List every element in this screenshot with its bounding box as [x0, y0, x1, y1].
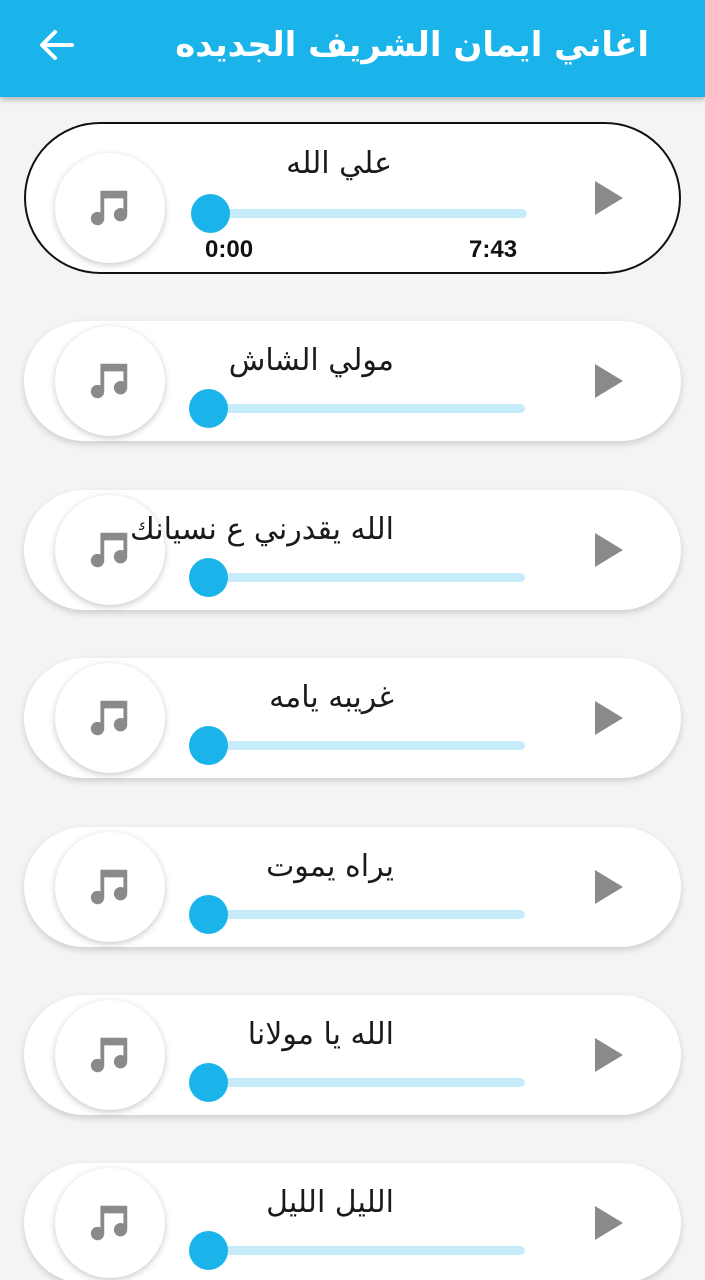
track-title: الله يقدرني ع نسيانك	[129, 512, 394, 547]
play-icon	[595, 1206, 623, 1240]
seek-bar[interactable]	[189, 726, 525, 765]
seek-track	[189, 404, 525, 413]
page-title: اغاني ايمان الشريف الجديده	[175, 25, 649, 65]
play-button[interactable]	[589, 867, 629, 907]
track-title: غريبه يامه	[269, 680, 394, 715]
seek-thumb[interactable]	[189, 558, 228, 597]
seek-bar[interactable]	[189, 389, 525, 428]
current-time: 0:00	[205, 236, 254, 263]
total-time: 7:43	[469, 236, 518, 263]
seek-bar[interactable]	[189, 895, 525, 934]
track-title: يراه يموت	[266, 849, 394, 884]
seek-bar[interactable]	[191, 194, 527, 233]
track-item[interactable]: يراه يموت	[24, 827, 681, 947]
track-cover	[55, 153, 165, 263]
track-item[interactable]: الله يا مولانا	[24, 995, 681, 1115]
seek-thumb[interactable]	[189, 726, 228, 765]
seek-track	[189, 741, 525, 750]
track-title: علي الله	[286, 146, 392, 181]
seek-track	[189, 910, 525, 919]
play-icon	[595, 364, 623, 398]
seek-bar[interactable]	[189, 1063, 525, 1102]
music-note-icon	[90, 700, 128, 736]
track-item[interactable]: غريبه يامه	[24, 658, 681, 778]
app-bar: اغاني ايمان الشريف الجديده	[0, 0, 705, 97]
seek-track	[189, 1246, 525, 1255]
seek-thumb[interactable]	[189, 389, 228, 428]
seek-bar[interactable]	[189, 1231, 525, 1270]
play-button[interactable]	[589, 698, 629, 738]
play-button[interactable]	[589, 178, 629, 218]
track-cover	[55, 832, 165, 942]
track-title: الليل الليل	[266, 1185, 394, 1220]
play-button[interactable]	[589, 530, 629, 570]
play-icon	[595, 1038, 623, 1072]
play-icon	[595, 533, 623, 567]
track-title: مولي الشاش	[228, 343, 394, 378]
play-icon	[595, 181, 623, 215]
seek-track	[189, 573, 525, 582]
seek-bar[interactable]	[189, 558, 525, 597]
track-list[interactable]: علي الله 0:00 7:43 مولي الشاش الله يقدرن…	[0, 97, 705, 1280]
track-item[interactable]: علي الله 0:00 7:43	[24, 122, 681, 274]
music-note-icon	[90, 1037, 128, 1073]
seek-thumb[interactable]	[189, 895, 228, 934]
track-cover	[55, 663, 165, 773]
music-note-icon	[90, 363, 128, 399]
seek-thumb[interactable]	[189, 1231, 228, 1270]
seek-thumb[interactable]	[189, 1063, 228, 1102]
track-item[interactable]: الله يقدرني ع نسيانك	[24, 490, 681, 610]
seek-thumb[interactable]	[191, 194, 230, 233]
seek-track	[191, 209, 527, 218]
back-button[interactable]	[30, 22, 82, 68]
arrow-back-icon	[40, 30, 74, 60]
music-note-icon	[90, 869, 128, 905]
music-note-icon	[90, 190, 128, 226]
play-icon	[595, 701, 623, 735]
track-cover	[55, 1168, 165, 1278]
track-cover	[55, 326, 165, 436]
play-button[interactable]	[589, 1035, 629, 1075]
music-note-icon	[90, 1205, 128, 1241]
play-button[interactable]	[589, 1203, 629, 1243]
music-note-icon	[90, 532, 128, 568]
play-button[interactable]	[589, 361, 629, 401]
track-item[interactable]: الليل الليل	[24, 1163, 681, 1280]
track-item[interactable]: مولي الشاش	[24, 321, 681, 441]
play-icon	[595, 870, 623, 904]
track-title: الله يا مولانا	[247, 1017, 394, 1052]
track-cover	[55, 1000, 165, 1110]
seek-track	[189, 1078, 525, 1087]
